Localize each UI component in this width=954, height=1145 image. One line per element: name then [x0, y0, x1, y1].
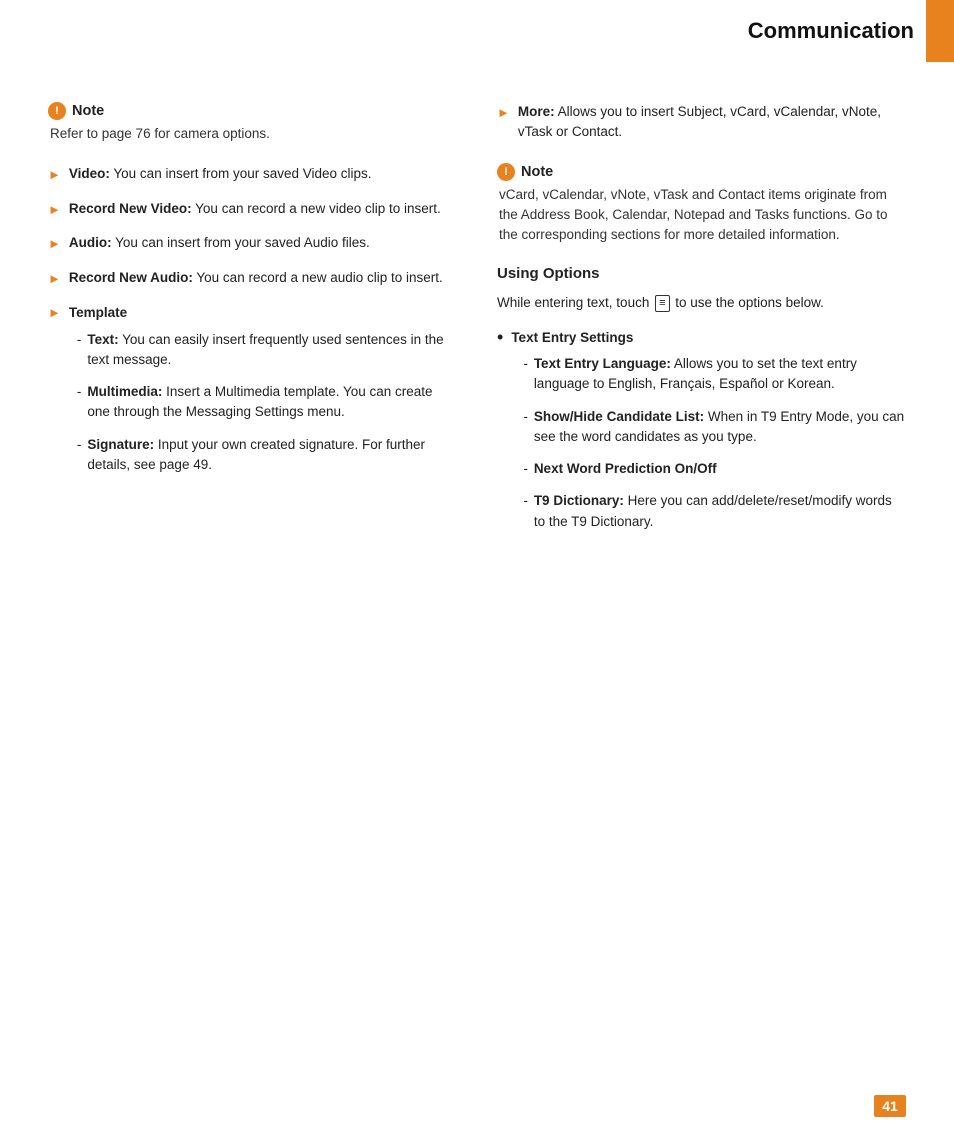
template-label: Template	[69, 305, 127, 320]
dot-item-label: Text Entry Settings	[511, 330, 633, 345]
right-column: ► More: Allows you to insert Subject, vC…	[497, 102, 906, 558]
dot-sub-list: - Text Entry Language: Allows you to set…	[523, 354, 906, 532]
sub-item-text: Multimedia: Insert a Multimedia template…	[87, 382, 457, 423]
bullet-text: Record New Video: You can record a new v…	[69, 199, 441, 219]
list-item: ► Video: You can insert from your saved …	[48, 164, 457, 185]
list-item: ► Audio: You can insert from your saved …	[48, 233, 457, 254]
template-content: Template - Text: You can easily insert f…	[69, 302, 457, 487]
template-sub-list: - Text: You can easily insert frequently…	[77, 330, 457, 476]
sub-dash: -	[77, 435, 82, 455]
page-header: Communication	[0, 0, 954, 62]
sub-dash: -	[77, 382, 82, 402]
bullet-label: Record New Video:	[69, 201, 192, 216]
sub-item-text: Next Word Prediction On/Off	[534, 459, 717, 479]
sub-label: T9 Dictionary:	[534, 493, 624, 508]
sub-item-text: Text: You can easily insert frequently u…	[87, 330, 457, 371]
sub-dash: -	[523, 459, 528, 479]
sub-item-text: T9 Dictionary: Here you can add/delete/r…	[534, 491, 906, 532]
bullet-arrow-icon: ►	[48, 165, 61, 185]
sub-label: Show/Hide Candidate List:	[534, 409, 704, 424]
list-item: - T9 Dictionary: Here you can add/delete…	[523, 491, 906, 532]
left-bullet-list: ► Video: You can insert from your saved …	[48, 164, 457, 288]
main-content: ! Note Refer to page 76 for camera optio…	[0, 92, 954, 598]
using-options-section: Using Options While entering text, touch…	[497, 265, 906, 544]
intro-text-after: to use the options below.	[672, 295, 824, 310]
page-number: 41	[874, 1095, 906, 1117]
sub-item-label: Signature:	[87, 437, 154, 452]
list-item: - Next Word Prediction On/Off	[523, 459, 906, 479]
options-dot-list: • Text Entry Settings - Text Entry Langu…	[497, 328, 906, 544]
sub-item-label: Multimedia:	[87, 384, 162, 399]
left-column: ! Note Refer to page 76 for camera optio…	[48, 102, 457, 558]
sub-dash: -	[77, 330, 82, 350]
list-item: - Text: You can easily insert frequently…	[77, 330, 457, 371]
right-note-box: ! Note vCard, vCalendar, vNote, vTask an…	[497, 163, 906, 246]
sub-label: Next Word Prediction On/Off	[534, 461, 717, 476]
list-item: ► Record New Audio: You can record a new…	[48, 268, 457, 289]
sub-item-label: Text:	[87, 332, 118, 347]
bullet-arrow-icon: ►	[48, 303, 61, 323]
sub-dash: -	[523, 407, 528, 427]
sub-item-text: Show/Hide Candidate List: When in T9 Ent…	[534, 407, 906, 448]
template-section: ► Template - Text: You can easily insert…	[48, 302, 457, 487]
left-note-box: ! Note Refer to page 76 for camera optio…	[48, 102, 457, 144]
dot-bullet-icon: •	[497, 328, 503, 348]
more-text: More: Allows you to insert Subject, vCar…	[518, 102, 906, 143]
list-item: - Text Entry Language: Allows you to set…	[523, 354, 906, 395]
bullet-text: Record New Audio: You can record a new a…	[69, 268, 443, 288]
intro-text-before: While entering text, touch	[497, 295, 653, 310]
note-icon: !	[497, 163, 515, 181]
menu-icon: ≡	[655, 295, 669, 312]
right-note-title: ! Note	[497, 163, 906, 181]
sub-item-text: Signature: Input your own created signat…	[87, 435, 457, 476]
bullet-text: Video: You can insert from your saved Vi…	[69, 164, 372, 184]
list-item: - Signature: Input your own created sign…	[77, 435, 457, 476]
note-icon: !	[48, 102, 66, 120]
using-options-intro: While entering text, touch ≡ to use the …	[497, 292, 906, 314]
more-arrow-icon: ►	[497, 103, 510, 123]
bullet-arrow-icon: ►	[48, 234, 61, 254]
bullet-label: Record New Audio:	[69, 270, 193, 285]
dot-item-content: Text Entry Settings - Text Entry Languag…	[511, 328, 906, 544]
more-label: More:	[518, 104, 555, 119]
sub-label: Text Entry Language:	[534, 356, 671, 371]
list-item: ► Record New Video: You can record a new…	[48, 199, 457, 220]
bullet-label: Audio:	[69, 235, 112, 250]
using-options-heading: Using Options	[497, 265, 906, 282]
bullet-arrow-icon: ►	[48, 200, 61, 220]
sub-dash: -	[523, 491, 528, 511]
list-item: - Multimedia: Insert a Multimedia templa…	[77, 382, 457, 423]
left-note-text: Refer to page 76 for camera options.	[48, 124, 457, 144]
header-accent-bar	[926, 0, 954, 62]
right-note-text: vCard, vCalendar, vNote, vTask and Conta…	[497, 185, 906, 246]
right-note-label: Note	[521, 164, 553, 180]
sub-dash: -	[523, 354, 528, 374]
bullet-arrow-icon: ►	[48, 269, 61, 289]
page-title: Communication	[728, 0, 926, 62]
bullet-text: Audio: You can insert from your saved Au…	[69, 233, 370, 253]
left-note-title: ! Note	[48, 102, 457, 120]
sub-item-text: Text Entry Language: Allows you to set t…	[534, 354, 906, 395]
list-item: • Text Entry Settings - Text Entry Langu…	[497, 328, 906, 544]
left-note-label: Note	[72, 103, 104, 119]
list-item: - Show/Hide Candidate List: When in T9 E…	[523, 407, 906, 448]
bullet-label: Video:	[69, 166, 110, 181]
more-item: ► More: Allows you to insert Subject, vC…	[497, 102, 906, 143]
